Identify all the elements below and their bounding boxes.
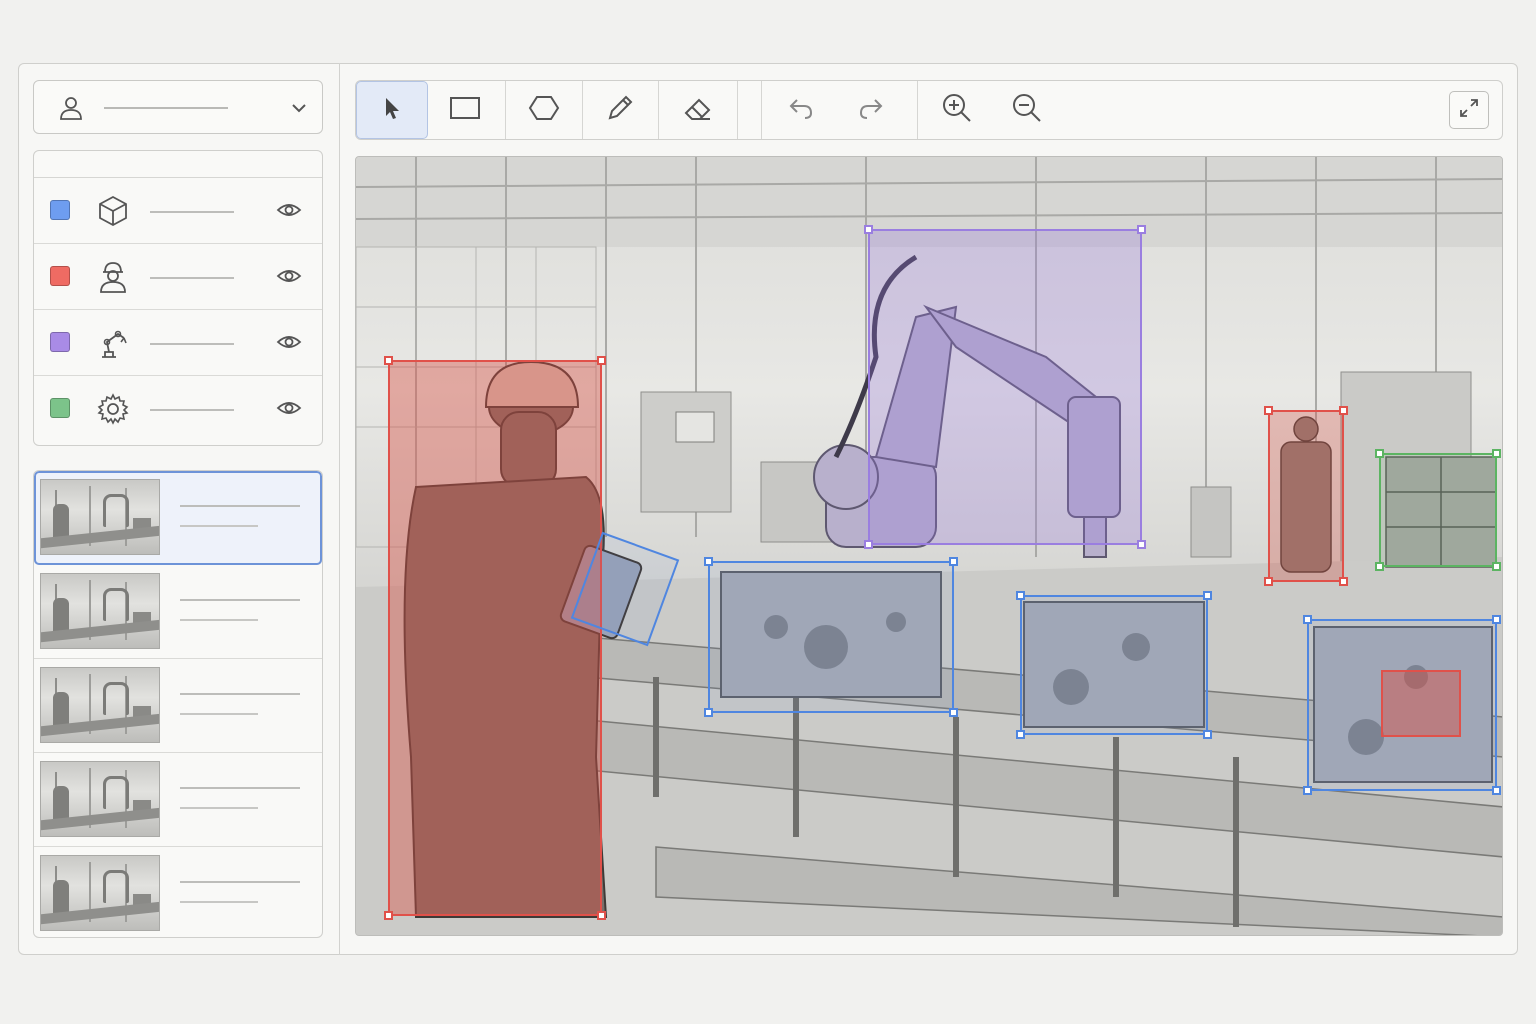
thumbnail-title-line xyxy=(180,599,300,601)
thumbnail-item[interactable] xyxy=(34,847,322,937)
thumbnail-subtitle-line xyxy=(180,807,258,809)
class-list-panel xyxy=(33,150,323,446)
rectangle-tool-button[interactable] xyxy=(428,81,502,139)
thumbnail-item[interactable] xyxy=(34,471,322,565)
eye-icon[interactable] xyxy=(276,266,302,291)
eraser-tool-button[interactable] xyxy=(659,81,737,139)
thumbnail-image xyxy=(40,855,160,931)
expand-icon xyxy=(1458,97,1480,124)
zoom-in-button[interactable] xyxy=(922,81,992,139)
thumbnail-image xyxy=(40,573,160,649)
class-list-header xyxy=(34,151,322,178)
class-label-placeholder-line xyxy=(150,409,234,411)
bbox-worker-foreground[interactable] xyxy=(384,356,606,920)
user-name-placeholder-line xyxy=(104,107,228,109)
thumbnail-subtitle-line xyxy=(180,619,258,621)
bbox-defect[interactable] xyxy=(1381,670,1461,737)
class-color-swatch[interactable] xyxy=(50,332,70,352)
user-icon xyxy=(58,95,84,126)
thumbnail-title-line xyxy=(180,787,300,789)
class-color-swatch[interactable] xyxy=(50,398,70,418)
polygon-tool-button[interactable] xyxy=(506,81,582,139)
eye-icon[interactable] xyxy=(276,398,302,423)
annotation-toolbar xyxy=(355,80,1503,140)
redo-button[interactable] xyxy=(836,81,906,139)
class-row-machinery[interactable] xyxy=(34,376,322,442)
eye-icon[interactable] xyxy=(276,200,302,225)
class-label-placeholder-line xyxy=(150,211,234,213)
bbox-machinery[interactable] xyxy=(1375,449,1501,571)
class-color-swatch[interactable] xyxy=(50,266,70,286)
cube-icon xyxy=(96,194,130,233)
undo-button[interactable] xyxy=(766,81,836,139)
user-selector[interactable] xyxy=(33,80,323,134)
pencil-tool-button[interactable] xyxy=(583,81,657,139)
class-color-swatch[interactable] xyxy=(50,200,70,220)
gear-icon xyxy=(96,392,130,431)
thumbnail-title-line xyxy=(180,505,300,507)
bbox-robot-arm[interactable] xyxy=(864,225,1146,549)
polygon-icon xyxy=(528,94,560,127)
thumbnail-item[interactable] xyxy=(34,753,322,847)
class-row-robot-arm[interactable] xyxy=(34,310,322,376)
undo-icon xyxy=(787,95,815,126)
class-row-worker[interactable] xyxy=(34,244,322,310)
rectangle-icon xyxy=(449,95,481,126)
select-tool-button[interactable] xyxy=(356,81,428,139)
thumbnail-subtitle-line xyxy=(180,901,258,903)
thumbnail-subtitle-line xyxy=(180,525,258,527)
chevron-down-icon[interactable] xyxy=(288,97,310,124)
class-label-placeholder-line xyxy=(150,277,234,279)
redo-icon xyxy=(857,95,885,126)
image-thumbnail-list xyxy=(33,470,323,938)
pointer-icon xyxy=(379,95,405,126)
thumbnail-title-line xyxy=(180,881,300,883)
robot-arm-icon xyxy=(96,326,130,365)
thumbnail-item[interactable] xyxy=(34,659,322,753)
thumbnail-image xyxy=(40,479,160,555)
panel-divider xyxy=(339,63,340,955)
thumbnail-image xyxy=(40,667,160,743)
zoom-in-icon xyxy=(941,92,973,129)
image-canvas[interactable] xyxy=(355,156,1503,936)
class-row-object[interactable] xyxy=(34,178,322,244)
bbox-object[interactable] xyxy=(704,557,958,717)
pencil-icon xyxy=(606,94,634,127)
thumbnail-image xyxy=(40,761,160,837)
worker-icon xyxy=(96,260,130,299)
thumbnail-item[interactable] xyxy=(34,565,322,659)
eraser-icon xyxy=(682,94,714,127)
thumbnail-title-line xyxy=(180,693,300,695)
zoom-out-icon xyxy=(1011,92,1043,129)
bbox-object[interactable] xyxy=(1016,591,1212,739)
bbox-worker-background[interactable] xyxy=(1264,406,1348,586)
zoom-out-button[interactable] xyxy=(992,81,1062,139)
class-label-placeholder-line xyxy=(150,343,234,345)
eye-icon[interactable] xyxy=(276,332,302,357)
thumbnail-subtitle-line xyxy=(180,713,258,715)
fullscreen-button[interactable] xyxy=(1449,91,1489,129)
